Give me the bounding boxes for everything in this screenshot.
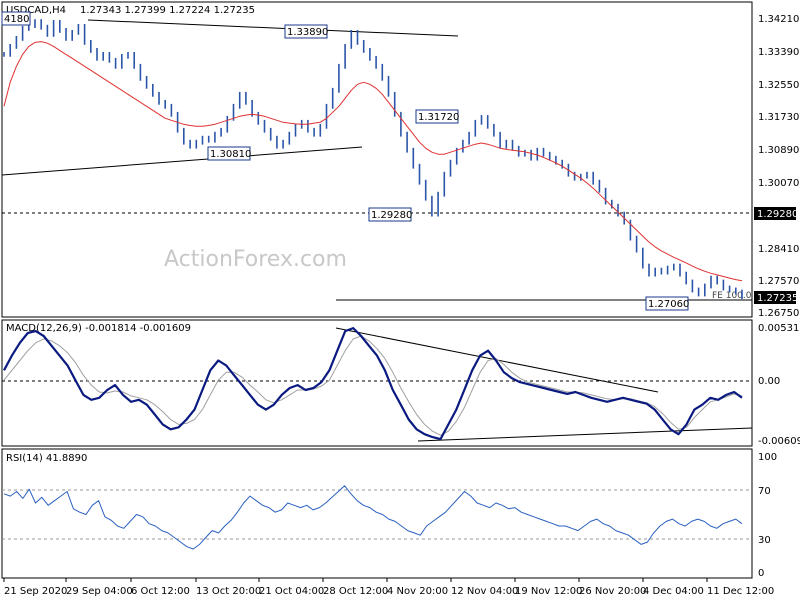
time-tick-label: 4 Nov 20:00 [387, 586, 448, 597]
time-tick-label: 6 Oct 12:00 [131, 586, 190, 597]
support-level-value: 1.29280 [757, 209, 798, 220]
price-tick: 1.34210 [758, 14, 799, 25]
time-tick-label: 29 Sep 04:00 [66, 586, 133, 597]
rsi-tick: 70 [758, 486, 771, 497]
rsi-panel-frame [1, 448, 753, 579]
price-tick: 1.32550 [758, 80, 799, 91]
price-tick: 1.30070 [758, 178, 799, 189]
svg-text:1.27060: 1.27060 [648, 299, 689, 310]
macd-tick: 0.00 [758, 376, 780, 387]
annotation-1.30810: 1.30810 [207, 146, 251, 161]
time-tick-label: 28 Oct 12:00 [323, 586, 388, 597]
price-tick: 1.30890 [758, 145, 799, 156]
price-panel-frame [1, 1, 753, 318]
svg-text:1.30810: 1.30810 [210, 149, 251, 160]
price-tick: 1.27570 [758, 276, 799, 287]
rsi-axis: 100 70 30 0 [758, 452, 777, 579]
macd-axis: 0.005312 0.00 -0.006092 [758, 323, 800, 447]
time-tick-label: 26 Nov 20:00 [579, 586, 646, 597]
current-price-value: 1.27235 [757, 293, 798, 304]
ohlc-label: 1.27343 1.27399 1.27224 1.27235 [80, 5, 255, 16]
time-axis: 21 Sep 202029 Sep 04:006 Oct 12:00 13 Oct… [3, 578, 774, 597]
time-tick-label: 21 Sep 2020 [4, 586, 67, 597]
time-tick-label: 11 Dec 12:00 [707, 586, 774, 597]
macd-panel-frame [1, 319, 753, 447]
fe-label: FE 100.0 [712, 291, 752, 301]
rsi-tick: 0 [758, 568, 764, 579]
svg-text:1.29280: 1.29280 [371, 210, 412, 221]
price-tick: 1.28410 [758, 244, 799, 255]
rsi-tick: 30 [758, 535, 771, 546]
time-tick-label: 13 Oct 20:00 [196, 586, 261, 597]
annotation-4180: 4180 [1, 11, 31, 26]
svg-text:1.31720: 1.31720 [418, 112, 459, 123]
time-tick-label: 19 Nov 12:00 [515, 586, 582, 597]
annotation-1.27060: 1.27060 [645, 296, 689, 311]
price-tick: 1.26750 [758, 308, 799, 319]
time-tick-label: 4 Dec 04:00 [643, 586, 704, 597]
watermark: ActionForex.com [164, 247, 347, 272]
rsi-tick: 100 [758, 452, 777, 463]
rsi-label: RSI(14) 41.8890 [6, 453, 87, 464]
price-tick: 1.31730 [758, 112, 799, 123]
annotation-1.29280: 1.29280 [368, 207, 412, 222]
annotation-1.33890: 1.33890 [284, 24, 328, 39]
price-tick: 1.33390 [758, 47, 799, 58]
time-tick-label: 21 Oct 04:00 [259, 586, 324, 597]
price-axis: 1.34210 1.33390 1.32550 1.31730 1.30890 … [754, 14, 799, 319]
macd-tick: -0.006092 [758, 436, 800, 447]
svg-text:4180: 4180 [4, 14, 29, 25]
annotation-1.31720: 1.31720 [415, 109, 459, 124]
price-chart: ActionForex.com USDCAD,H4 1.27343 1.2739… [1, 1, 800, 597]
svg-text:1.33890: 1.33890 [287, 27, 328, 38]
time-tick-label: 12 Nov 04:00 [451, 586, 518, 597]
macd-tick: 0.005312 [758, 323, 800, 334]
